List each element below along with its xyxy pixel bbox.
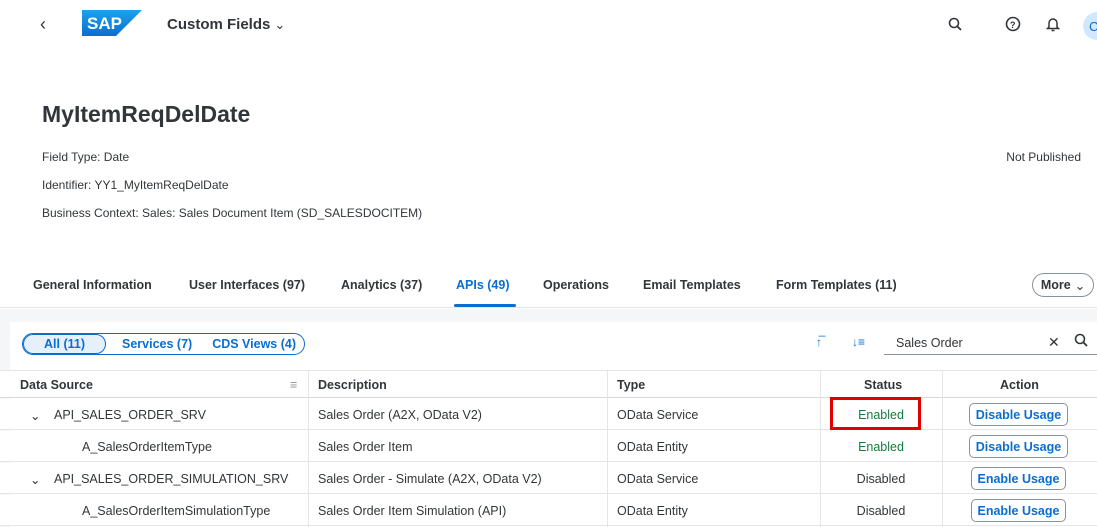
description-cell: Sales Order Item Simulation (API) <box>318 504 507 518</box>
filter-segmented-button: All (11) Services (7) CDS Views (4) <box>22 333 306 355</box>
status-cell: Enabled <box>858 440 904 454</box>
data-source-cell: API_SALES_ORDER_SRV <box>54 408 206 422</box>
expand-chevron-icon[interactable]: ⌄ <box>30 472 40 487</box>
type-cell: OData Service <box>617 472 699 486</box>
table-row[interactable]: ⌄ API_SALES_ORDER_SRV Sales Order (A2X, … <box>0 399 1097 430</box>
expand-chevron-icon[interactable]: ⌄ <box>30 408 40 423</box>
tab-user-interfaces[interactable]: User Interfaces (97) <box>189 278 305 292</box>
chevron-down-icon: ⌄ <box>1074 278 1086 293</box>
page-title: MyItemReqDelDate <box>42 101 251 127</box>
column-separator <box>308 370 309 527</box>
enable-usage-button[interactable]: Enable Usage <box>971 499 1066 522</box>
disable-usage-button[interactable]: Disable Usage <box>969 403 1068 426</box>
more-tabs-button[interactable]: More ⌄ <box>1032 273 1094 297</box>
column-header-data-source[interactable]: Data Source <box>20 378 93 392</box>
column-separator <box>820 370 821 527</box>
search-icon[interactable] <box>1074 333 1088 350</box>
column-separator <box>607 370 608 527</box>
search-input[interactable]: Sales Order <box>896 336 963 350</box>
table-row[interactable]: A_SalesOrderItemSimulationType Sales Ord… <box>0 495 1097 526</box>
svg-text:SAP: SAP <box>87 14 122 33</box>
enable-usage-button[interactable]: Enable Usage <box>971 467 1066 490</box>
highlight-box <box>830 397 921 430</box>
active-tab-indicator <box>454 304 516 307</box>
tab-email-templates[interactable]: Email Templates <box>643 278 741 292</box>
tab-analytics[interactable]: Analytics (37) <box>341 278 422 292</box>
column-header-type[interactable]: Type <box>617 378 645 392</box>
disable-usage-button[interactable]: Disable Usage <box>969 435 1068 458</box>
identifier-text: Identifier: YY1_MyItemReqDelDate <box>42 178 229 192</box>
data-source-cell: A_SalesOrderItemType <box>82 440 212 454</box>
segment-all[interactable]: All (11) <box>23 334 106 354</box>
status-cell: Disabled <box>856 504 906 518</box>
chevron-down-icon: ⌄ <box>274 17 286 32</box>
column-header-status[interactable]: Status <box>864 378 902 392</box>
column-separator <box>942 370 943 527</box>
description-cell: Sales Order (A2X, OData V2) <box>318 408 482 422</box>
svg-text:?: ? <box>1010 20 1016 30</box>
table-row[interactable]: A_SalesOrderItemType Sales Order Item OD… <box>0 431 1097 462</box>
column-header-action[interactable]: Action <box>1000 378 1039 392</box>
tab-bar: General Information User Interfaces (97)… <box>0 270 1097 308</box>
avatar-initial: C <box>1089 18 1097 34</box>
column-header-description[interactable]: Description <box>318 378 387 392</box>
sort-ascending-icon[interactable]: ↑̅ <box>816 335 822 349</box>
type-cell: OData Entity <box>617 504 688 518</box>
app-title: Custom Fields <box>167 16 271 33</box>
field-type-text: Field Type: Date <box>42 150 130 164</box>
description-cell: Sales Order Item <box>318 440 413 454</box>
segment-cds-views[interactable]: CDS Views (4) <box>202 334 304 354</box>
type-cell: OData Entity <box>617 440 688 454</box>
table-header-row: Data Source ≡ Description Type Status Ac… <box>0 370 1097 398</box>
user-avatar[interactable]: C <box>1083 12 1097 40</box>
tab-apis[interactable]: APIs (49) <box>456 278 510 292</box>
more-label: More <box>1040 278 1071 292</box>
tab-general-information[interactable]: General Information <box>33 278 152 292</box>
description-cell: Sales Order - Simulate (A2X, OData V2) <box>318 472 542 486</box>
business-context-text: Business Context: Sales: Sales Document … <box>42 206 423 220</box>
search-icon[interactable] <box>945 14 965 34</box>
app-title-menu[interactable]: Custom Fields ⌄ <box>167 16 285 33</box>
table-row[interactable]: ⌄ API_SALES_ORDER_SIMULATION_SRV Sales O… <box>0 463 1097 494</box>
status-cell: Disabled <box>856 472 906 486</box>
help-icon[interactable]: ? <box>1003 14 1023 34</box>
shell-bar: ‹ SAP Custom Fields ⌄ ? C <box>0 0 1097 52</box>
sap-logo[interactable]: SAP <box>82 10 142 36</box>
sort-settings-icon[interactable]: ↓≡ <box>852 335 865 349</box>
data-source-cell: A_SalesOrderItemSimulationType <box>82 504 271 518</box>
back-icon[interactable]: ‹ <box>40 14 46 35</box>
type-cell: OData Service <box>617 408 699 422</box>
segment-services[interactable]: Services (7) <box>106 334 202 354</box>
search-field[interactable]: Sales Order ✕ <box>884 331 1097 355</box>
notifications-bell-icon[interactable] <box>1043 14 1063 34</box>
tab-form-templates[interactable]: Form Templates (11) <box>776 278 897 292</box>
publish-status: Not Published <box>1006 150 1081 164</box>
column-menu-icon[interactable]: ≡ <box>290 378 297 392</box>
data-source-cell: API_SALES_ORDER_SIMULATION_SRV <box>54 472 289 486</box>
tab-operations[interactable]: Operations <box>543 278 609 292</box>
clear-icon[interactable]: ✕ <box>1048 334 1060 351</box>
